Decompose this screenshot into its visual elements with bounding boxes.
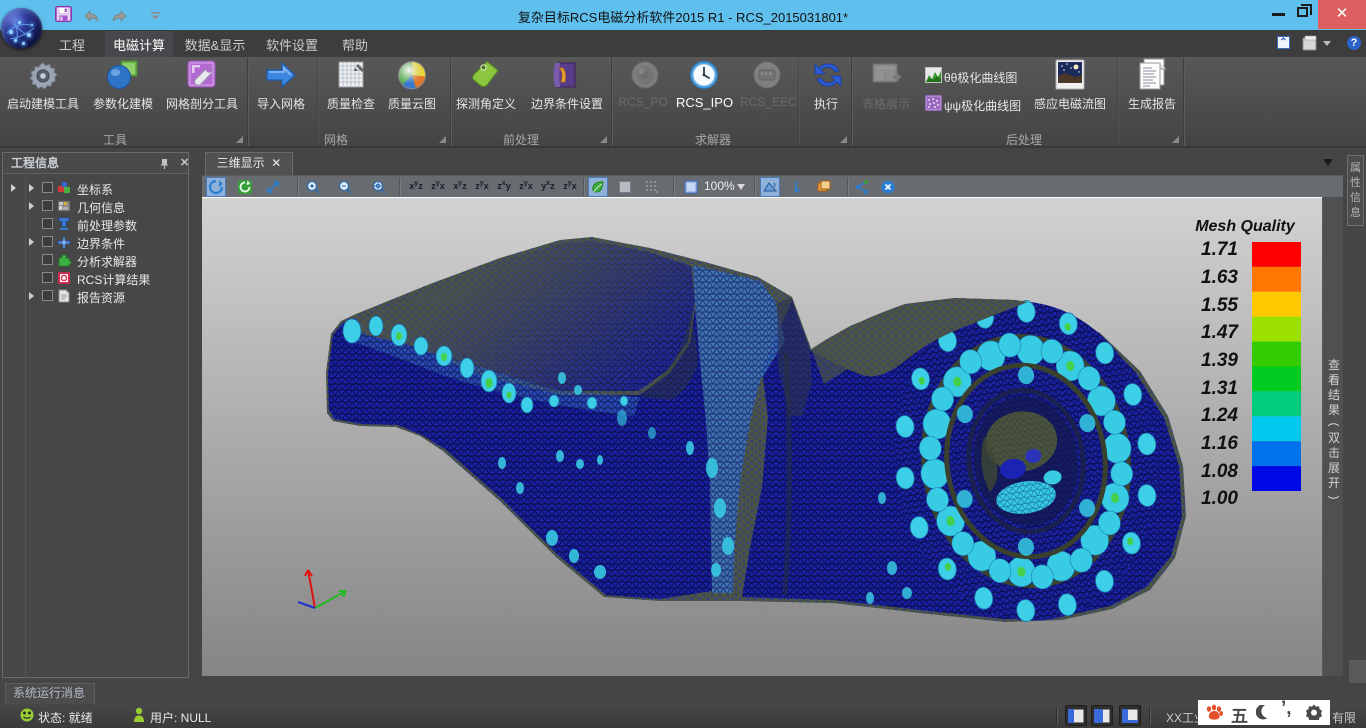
svg-text:1.55: 1.55 [1201,295,1238,316]
svg-text:Mesh Quality: Mesh Quality [1195,218,1296,235]
svg-text:1.47: 1.47 [1201,322,1239,343]
svg-text:1.16: 1.16 [1201,433,1238,454]
svg-text:1.31: 1.31 [1201,378,1238,399]
svg-text:1.39: 1.39 [1201,350,1238,371]
svg-text:1.71: 1.71 [1201,239,1238,260]
svg-text:1.00: 1.00 [1201,488,1238,509]
svg-text:1.08: 1.08 [1201,461,1238,482]
svg-text:1.24: 1.24 [1201,405,1238,426]
svg-text:1.63: 1.63 [1201,267,1238,288]
